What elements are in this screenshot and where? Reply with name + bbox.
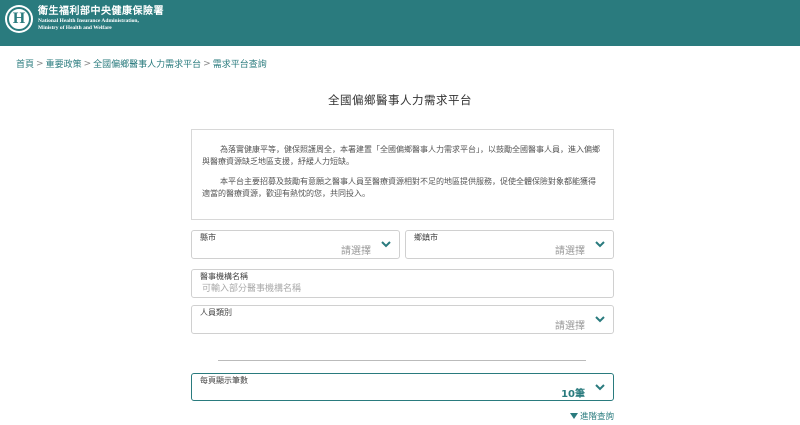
township-value: 請選擇 xyxy=(555,246,585,257)
triangle-down-icon xyxy=(569,413,578,419)
county-value: 請選擇 xyxy=(341,246,371,257)
org-name-zh: 衛生福利部中央健康保險署 xyxy=(38,6,164,17)
advanced-search-link[interactable]: 進階查詢 xyxy=(569,410,614,422)
org-name-en-2: Ministry of Health and Welfare xyxy=(38,25,112,31)
chevron-down-icon xyxy=(595,316,605,323)
page-title: 全國偏鄉醫事人力需求平台 xyxy=(328,93,472,107)
advanced-search-label: 進階查詢 xyxy=(579,412,614,422)
intro-box: 為落實健康平等，健保照護周全，本署建置「全國偏鄉醫事人力需求平台」，以鼓勵全國醫… xyxy=(191,129,614,220)
breadcrumb-separator: > xyxy=(83,58,92,69)
site-logo[interactable]: H 衛生福利部中央健康保險署 National Health Insurance… xyxy=(5,5,164,33)
chevron-down-icon xyxy=(595,241,605,248)
breadcrumb-policy[interactable]: 重要政策 xyxy=(46,57,82,70)
site-header: H 衛生福利部中央健康保險署 National Health Insurance… xyxy=(0,0,800,46)
breadcrumb-query[interactable]: 需求平台查詢 xyxy=(213,57,267,70)
county-label: 縣市 xyxy=(200,232,216,243)
institution-placeholder: 可輸入部分醫事機構名稱 xyxy=(202,284,302,294)
chevron-down-icon xyxy=(595,384,605,391)
breadcrumb-separator: > xyxy=(203,58,211,69)
staff-type-select[interactable]: 人員類別 請選擇 xyxy=(191,305,614,334)
township-label: 鄉鎮市 xyxy=(414,232,438,243)
per-page-label: 每頁顯示筆數 xyxy=(200,375,248,386)
intro-paragraph-2: 本平台主要招募及鼓勵有意願之醫事人員至醫療資源相對不足的地區提供服務，促使全體保… xyxy=(202,177,596,198)
per-page-select[interactable]: 每頁顯示筆數 10筆 xyxy=(191,373,614,401)
divider xyxy=(218,360,586,361)
org-name: 衛生福利部中央健康保險署 National Health Insurance A… xyxy=(38,6,164,32)
institution-input[interactable]: 醫事機構名稱 可輸入部分醫事機構名稱 xyxy=(191,269,614,298)
org-name-en-1: National Health Insurance Administration… xyxy=(38,18,139,24)
breadcrumb-separator: > xyxy=(36,58,44,69)
county-select[interactable]: 縣市 請選擇 xyxy=(191,230,400,259)
staff-type-value: 請選擇 xyxy=(555,321,585,332)
breadcrumb-platform[interactable]: 全國偏鄉醫事人力需求平台 xyxy=(93,57,201,70)
intro-paragraph-1: 為落實健康平等，健保照護周全，本署建置「全國偏鄉醫事人力需求平台」，以鼓勵全國醫… xyxy=(202,145,600,166)
breadcrumb-home[interactable]: 首頁 xyxy=(16,57,34,70)
staff-type-label: 人員類別 xyxy=(200,307,232,318)
chevron-down-icon xyxy=(381,241,391,248)
nhi-logo-icon: H xyxy=(5,5,33,33)
breadcrumb: 首頁 > 重要政策 > 全國偏鄉醫事人力需求平台 > 需求平台查詢 xyxy=(16,57,267,71)
township-select[interactable]: 鄉鎮市 請選擇 xyxy=(405,230,614,259)
per-page-value: 10筆 xyxy=(561,389,585,400)
